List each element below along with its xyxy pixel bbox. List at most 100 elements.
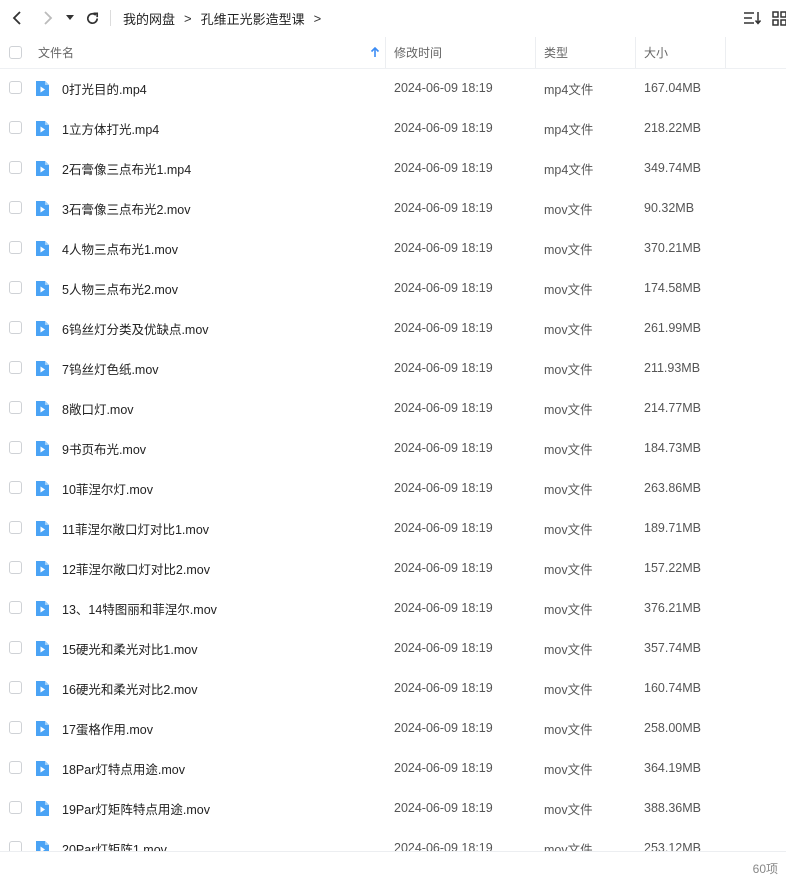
file-list: 0打光目的.mp42024-06-09 18:19mp4文件167.04MB1立… <box>0 68 786 851</box>
file-name[interactable]: 8敞口灯.mov <box>62 388 134 428</box>
file-row[interactable]: 7钨丝灯色纸.mov2024-06-09 18:19mov文件211.93MB <box>0 348 786 388</box>
row-checkbox[interactable] <box>9 241 22 254</box>
file-size: 174.58MB <box>644 268 701 308</box>
file-row[interactable]: 17蛋格作用.mov2024-06-09 18:19mov文件258.00MB <box>0 708 786 748</box>
row-checkbox[interactable] <box>9 641 22 654</box>
column-header-modified[interactable]: 修改时间 <box>394 37 534 68</box>
file-row[interactable]: 9书页布光.mov2024-06-09 18:19mov文件184.73MB <box>0 428 786 468</box>
file-name[interactable]: 15硬光和柔光对比1.mov <box>62 628 197 668</box>
row-checkbox[interactable] <box>9 681 22 694</box>
file-row[interactable]: 8敞口灯.mov2024-06-09 18:19mov文件214.77MB <box>0 388 786 428</box>
select-all-checkbox[interactable] <box>9 46 22 59</box>
row-checkbox[interactable] <box>9 481 22 494</box>
file-name[interactable]: 18Par灯特点用途.mov <box>62 748 185 788</box>
row-checkbox[interactable] <box>9 201 22 214</box>
row-checkbox[interactable] <box>9 81 22 94</box>
file-name[interactable]: 11菲涅尔敞口灯对比1.mov <box>62 508 209 548</box>
video-file-icon <box>34 360 50 377</box>
file-name[interactable]: 5人物三点布光2.mov <box>62 268 178 308</box>
row-checkbox[interactable] <box>9 721 22 734</box>
file-name[interactable]: 13、14特图丽和菲涅尔.mov <box>62 588 217 628</box>
column-divider[interactable] <box>385 37 386 68</box>
file-type: mov文件 <box>544 628 593 668</box>
file-row[interactable]: 19Par灯矩阵特点用途.mov2024-06-09 18:19mov文件388… <box>0 788 786 828</box>
column-divider[interactable] <box>535 37 536 68</box>
row-checkbox[interactable] <box>9 761 22 774</box>
file-name[interactable]: 19Par灯矩阵特点用途.mov <box>62 788 210 828</box>
breadcrumb-item-folder[interactable]: 孔维正光影造型课 <box>201 9 305 28</box>
file-type: mov文件 <box>544 588 593 628</box>
file-list-header: 文件名 修改时间 类型 大小 <box>0 37 786 69</box>
caret-down-icon <box>65 14 75 22</box>
column-divider[interactable] <box>725 37 726 68</box>
file-row[interactable]: 3石膏像三点布光2.mov2024-06-09 18:19mov文件90.32M… <box>0 188 786 228</box>
file-row[interactable]: 16硬光和柔光对比2.mov2024-06-09 18:19mov文件160.7… <box>0 668 786 708</box>
file-row[interactable]: 12菲涅尔敞口灯对比2.mov2024-06-09 18:19mov文件157.… <box>0 548 786 588</box>
row-checkbox[interactable] <box>9 561 22 574</box>
row-checkbox[interactable] <box>9 521 22 534</box>
file-size: 258.00MB <box>644 708 701 748</box>
file-name[interactable]: 9书页布光.mov <box>62 428 146 468</box>
row-checkbox[interactable] <box>9 601 22 614</box>
file-row[interactable]: 11菲涅尔敞口灯对比1.mov2024-06-09 18:19mov文件189.… <box>0 508 786 548</box>
file-row[interactable]: 18Par灯特点用途.mov2024-06-09 18:19mov文件364.1… <box>0 748 786 788</box>
row-checkbox[interactable] <box>9 321 22 334</box>
file-name[interactable]: 10菲涅尔灯.mov <box>62 468 153 508</box>
column-header-size-label: 大小 <box>644 44 668 61</box>
column-header-size[interactable]: 大小 <box>644 37 724 68</box>
sort-button[interactable] <box>742 8 762 28</box>
column-header-type[interactable]: 类型 <box>544 37 634 68</box>
file-name[interactable]: 16硬光和柔光对比2.mov <box>62 668 197 708</box>
file-name[interactable]: 20Par灯矩阵1.mov <box>62 828 167 851</box>
breadcrumb-item-root[interactable]: 我的网盘 <box>123 9 175 28</box>
file-name[interactable]: 0打光目的.mp4 <box>62 68 147 108</box>
file-row[interactable]: 20Par灯矩阵1.mov2024-06-09 18:19mov文件253.12… <box>0 828 786 851</box>
video-file-icon <box>34 720 50 737</box>
file-name[interactable]: 2石膏像三点布光1.mp4 <box>62 148 191 188</box>
breadcrumb-chevron-icon[interactable]: > <box>314 11 322 26</box>
file-row[interactable]: 4人物三点布光1.mov2024-06-09 18:19mov文件370.21M… <box>0 228 786 268</box>
column-divider[interactable] <box>635 37 636 68</box>
file-row[interactable]: 6钨丝灯分类及优缺点.mov2024-06-09 18:19mov文件261.9… <box>0 308 786 348</box>
row-checkbox[interactable] <box>9 801 22 814</box>
row-checkbox[interactable] <box>9 401 22 414</box>
file-type: mp4文件 <box>544 68 593 108</box>
row-checkbox[interactable] <box>9 441 22 454</box>
row-checkbox[interactable] <box>9 841 22 851</box>
row-checkbox[interactable] <box>9 361 22 374</box>
file-modified: 2024-06-09 18:19 <box>394 108 493 148</box>
video-file-icon <box>34 320 50 337</box>
file-name[interactable]: 17蛋格作用.mov <box>62 708 153 748</box>
file-name[interactable]: 4人物三点布光1.mov <box>62 228 178 268</box>
refresh-button[interactable] <box>81 7 103 29</box>
row-checkbox[interactable] <box>9 281 22 294</box>
row-checkbox[interactable] <box>9 161 22 174</box>
status-bar: 60项 <box>0 851 786 887</box>
file-row[interactable]: 2石膏像三点布光1.mp42024-06-09 18:19mp4文件349.74… <box>0 148 786 188</box>
back-button[interactable] <box>6 7 28 29</box>
history-dropdown-button[interactable] <box>61 7 79 29</box>
file-row[interactable]: 5人物三点布光2.mov2024-06-09 18:19mov文件174.58M… <box>0 268 786 308</box>
file-modified: 2024-06-09 18:19 <box>394 428 493 468</box>
file-name[interactable]: 3石膏像三点布光2.mov <box>62 188 191 228</box>
file-row[interactable]: 15硬光和柔光对比1.mov2024-06-09 18:19mov文件357.7… <box>0 628 786 668</box>
file-size: 253.12MB <box>644 828 701 851</box>
forward-button[interactable] <box>37 7 59 29</box>
grid-view-button[interactable] <box>769 8 786 28</box>
file-name[interactable]: 12菲涅尔敞口灯对比2.mov <box>62 548 210 588</box>
file-name[interactable]: 1立方体打光.mp4 <box>62 108 159 148</box>
video-file-icon <box>34 400 50 417</box>
file-type: mov文件 <box>544 788 593 828</box>
file-modified: 2024-06-09 18:19 <box>394 788 493 828</box>
column-header-name[interactable]: 文件名 <box>38 37 378 68</box>
file-size: 261.99MB <box>644 308 701 348</box>
file-row[interactable]: 10菲涅尔灯.mov2024-06-09 18:19mov文件263.86MB <box>0 468 786 508</box>
video-file-icon <box>34 440 50 457</box>
item-count: 60项 <box>753 852 778 885</box>
file-row[interactable]: 13、14特图丽和菲涅尔.mov2024-06-09 18:19mov文件376… <box>0 588 786 628</box>
file-row[interactable]: 0打光目的.mp42024-06-09 18:19mp4文件167.04MB <box>0 68 786 108</box>
file-name[interactable]: 7钨丝灯色纸.mov <box>62 348 159 388</box>
file-name[interactable]: 6钨丝灯分类及优缺点.mov <box>62 308 209 348</box>
file-row[interactable]: 1立方体打光.mp42024-06-09 18:19mp4文件218.22MB <box>0 108 786 148</box>
row-checkbox[interactable] <box>9 121 22 134</box>
